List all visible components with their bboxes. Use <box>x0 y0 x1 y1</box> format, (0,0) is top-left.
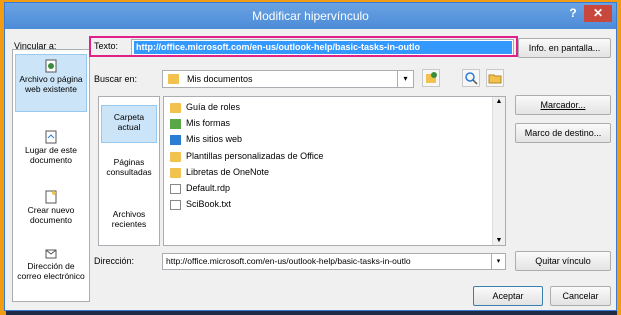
sidebar-item-place-in-document[interactable]: Lugar de este documento <box>15 130 87 170</box>
look-in-dropdown[interactable]: Mis documentos ▾ <box>162 70 414 88</box>
place-browsed-pages[interactable]: Páginas consultadas <box>101 157 157 183</box>
places-panel: Carpeta actual Páginas consultadas Archi… <box>98 96 160 246</box>
file-name: Plantillas personalizadas de Office <box>186 151 324 161</box>
close-button[interactable]: ✕ <box>584 5 612 22</box>
remove-link-button[interactable]: Quitar vínculo <box>515 251 611 271</box>
target-frame-button[interactable]: Marco de destino... <box>515 123 611 143</box>
file-name: Default.rdp <box>186 183 231 193</box>
ok-button[interactable]: Aceptar <box>473 286 543 306</box>
list-item[interactable]: Mis formas <box>170 117 230 130</box>
remove-link-button-label: Quitar vínculo <box>535 256 591 266</box>
sidebar-item-label: Crear nuevo documento <box>27 205 75 225</box>
sidebar-item-label: Lugar de este documento <box>25 145 77 165</box>
file-name: Guía de roles <box>186 102 241 112</box>
address-value: http://office.microsoft.com/en-us/outloo… <box>166 256 411 266</box>
chevron-down-icon[interactable]: ▾ <box>491 254 505 269</box>
scroll-down-icon[interactable]: ▼ <box>493 237 505 244</box>
list-item[interactable]: Default.rdp <box>170 182 230 195</box>
place-recent-files[interactable]: Archivos recientes <box>101 209 157 235</box>
file-name: Mis formas <box>186 118 231 128</box>
cancel-button[interactable]: Cancelar <box>550 286 611 306</box>
chevron-down-icon[interactable]: ▾ <box>397 71 413 87</box>
rdp-file-icon <box>170 183 181 194</box>
sidebar-item-email-address[interactable]: Dirección de correo electrónico <box>15 246 87 296</box>
list-item[interactable]: SciBook.txt <box>170 198 231 211</box>
place-current-folder[interactable]: Carpeta actual <box>101 105 157 143</box>
document-place-icon <box>45 130 57 144</box>
list-item[interactable]: Mis sitios web <box>170 133 242 146</box>
target-frame-button-label: Marco de destino... <box>524 128 602 138</box>
file-name: Mis sitios web <box>186 134 243 144</box>
web-page-icon <box>45 59 57 73</box>
folder-icon <box>170 151 181 162</box>
folder-icon <box>168 74 179 84</box>
file-name: Libretas de OneNote <box>186 167 270 177</box>
browse-web-icon[interactable] <box>422 69 440 87</box>
sidebar-item-label: Dirección de correo electrónico <box>17 261 85 281</box>
help-button[interactable]: ? <box>564 6 582 20</box>
look-in-value: Mis documentos <box>187 74 253 84</box>
list-item[interactable]: Guía de roles <box>170 101 240 114</box>
address-label: Dirección: <box>94 256 135 266</box>
sidebar-item-new-document[interactable]: Crear nuevo documento <box>15 190 87 230</box>
browse-file-icon[interactable] <box>486 69 504 87</box>
websites-icon <box>170 134 181 145</box>
bookmark-button[interactable]: Marcador... <box>515 95 611 115</box>
modify-hyperlink-dialog: Modificar hipervínculo ? ✕ Vincular a: A… <box>4 2 617 311</box>
scroll-up-icon[interactable]: ▲ <box>493 98 505 105</box>
title-bar: Modificar hipervínculo ? ✕ <box>5 3 616 29</box>
sidebar-item-label: Archivo o página web existente <box>19 74 83 94</box>
file-list[interactable]: Guía de roles Mis formas Mis sitios web … <box>163 96 506 246</box>
screen-tip-button[interactable]: Info. en pantalla... <box>518 38 611 58</box>
file-name: SciBook.txt <box>186 199 232 209</box>
folder-icon <box>170 102 181 113</box>
dialog-title: Modificar hipervínculo <box>252 9 369 23</box>
link-to-sidebar: Archivo o página web existente Lugar de … <box>12 49 90 302</box>
look-in-label: Buscar en: <box>94 74 138 84</box>
new-document-icon <box>45 190 57 204</box>
sidebar-item-existing-file[interactable]: Archivo o página web existente <box>15 54 87 112</box>
email-icon <box>45 249 57 259</box>
file-list-scrollbar[interactable]: ▲ ▼ <box>492 97 505 245</box>
background-strip-right <box>617 0 621 315</box>
list-item[interactable]: Libretas de OneNote <box>170 166 269 179</box>
forms-icon <box>170 118 181 129</box>
folder-icon <box>170 167 181 178</box>
list-item[interactable]: Plantillas personalizadas de Office <box>170 150 323 163</box>
search-icon[interactable] <box>462 69 480 87</box>
text-file-icon <box>170 199 181 210</box>
text-field-highlight <box>89 36 518 57</box>
bookmark-button-label: Marcador... <box>540 100 586 110</box>
address-input[interactable]: http://office.microsoft.com/en-us/outloo… <box>162 253 506 270</box>
